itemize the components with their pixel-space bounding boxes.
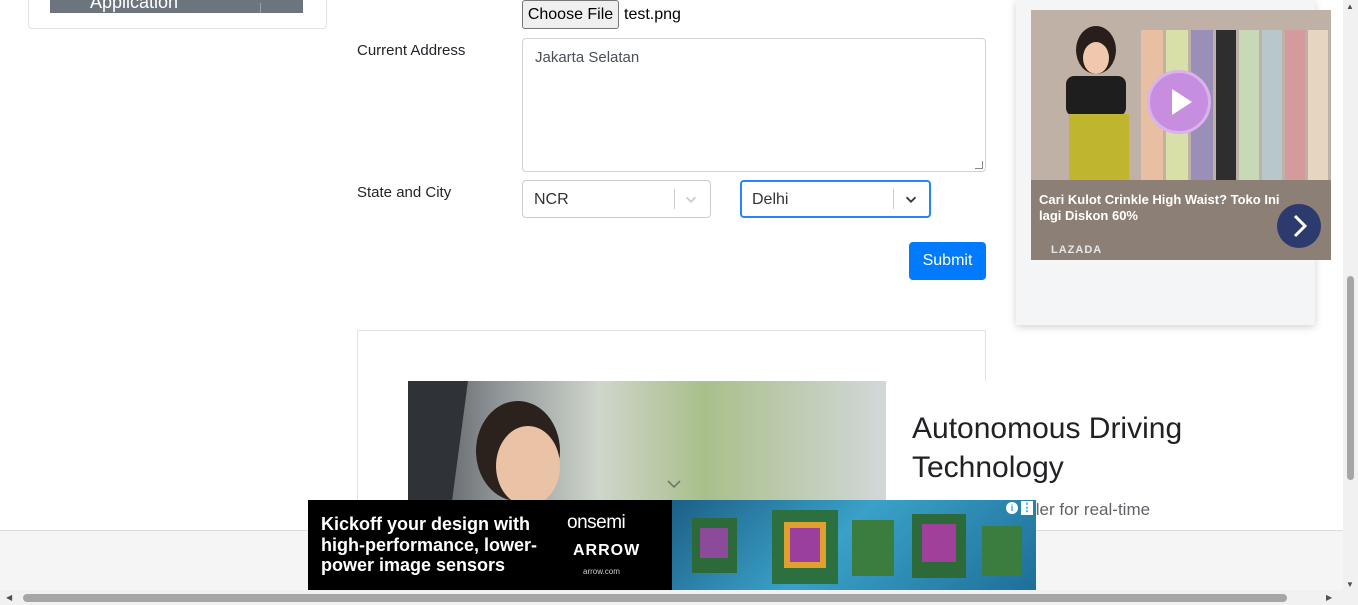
- bottom-ad-image: [672, 500, 1036, 590]
- city-select-value: Delhi: [752, 191, 789, 208]
- side-ad-caption: Cari Kulot Crinkle High Waist? Toko Ini …: [1039, 192, 1280, 223]
- arrow-logo: ARROW: [573, 542, 641, 559]
- sidebar-item-application[interactable]: Application: [50, 0, 303, 13]
- resize-handle-icon[interactable]: [975, 161, 983, 169]
- scroll-down-icon[interactable]: ▼: [1346, 580, 1354, 589]
- chevron-down-icon: [905, 196, 917, 203]
- horizontal-scrollbar[interactable]: ◀ ▶: [0, 590, 1358, 605]
- side-ad-brand: LAZADA: [1051, 244, 1103, 256]
- choose-file-button[interactable]: Choose File: [522, 0, 619, 29]
- current-address-textarea[interactable]: Jakarta Selatan: [522, 38, 986, 172]
- chevron-right-icon[interactable]: [1277, 204, 1321, 248]
- play-icon[interactable]: [1147, 70, 1211, 134]
- side-ad[interactable]: Cari Kulot Crinkle High Waist? Toko Ini …: [1031, 10, 1331, 260]
- vertical-scroll-thumb[interactable]: [1347, 276, 1354, 480]
- bottom-ad[interactable]: Kickoff your design with high-performanc…: [308, 500, 1036, 590]
- horizontal-scroll-thumb[interactable]: [23, 594, 1287, 602]
- chevron-down-icon: [685, 196, 697, 203]
- current-address-value: Jakarta Selatan: [535, 49, 640, 66]
- vertical-scrollbar[interactable]: ▲ ▼: [1343, 0, 1358, 590]
- bottom-ad-headline: Kickoff your design with high-performanc…: [321, 514, 538, 575]
- state-select-value: NCR: [534, 191, 569, 208]
- onsemi-logo: onsemi: [567, 512, 626, 533]
- scroll-up-icon[interactable]: ▲: [1346, 2, 1354, 11]
- sidebar-item-label: Application: [90, 0, 179, 12]
- city-select[interactable]: Delhi: [740, 180, 931, 218]
- select-separator: [893, 189, 894, 209]
- bottom-ad-url: arrow.com: [583, 567, 620, 576]
- current-address-label: Current Address: [357, 42, 466, 59]
- selected-file-name: test.png: [624, 6, 681, 23]
- sidebar-card: Application: [28, 0, 327, 29]
- select-separator: [674, 189, 675, 209]
- ad-info-icon[interactable]: i: [1006, 502, 1018, 514]
- state-select[interactable]: NCR: [522, 180, 711, 218]
- ad-more-icon[interactable]: ⋮: [1021, 501, 1033, 515]
- scroll-left-icon[interactable]: ◀: [6, 593, 12, 602]
- sidebar-divider: [260, 3, 261, 13]
- middle-ad-title: Autonomous Driving Technology: [912, 412, 1183, 484]
- submit-button[interactable]: Submit: [909, 242, 986, 280]
- state-city-label: State and City: [357, 184, 452, 201]
- scroll-right-icon[interactable]: ▶: [1326, 593, 1332, 602]
